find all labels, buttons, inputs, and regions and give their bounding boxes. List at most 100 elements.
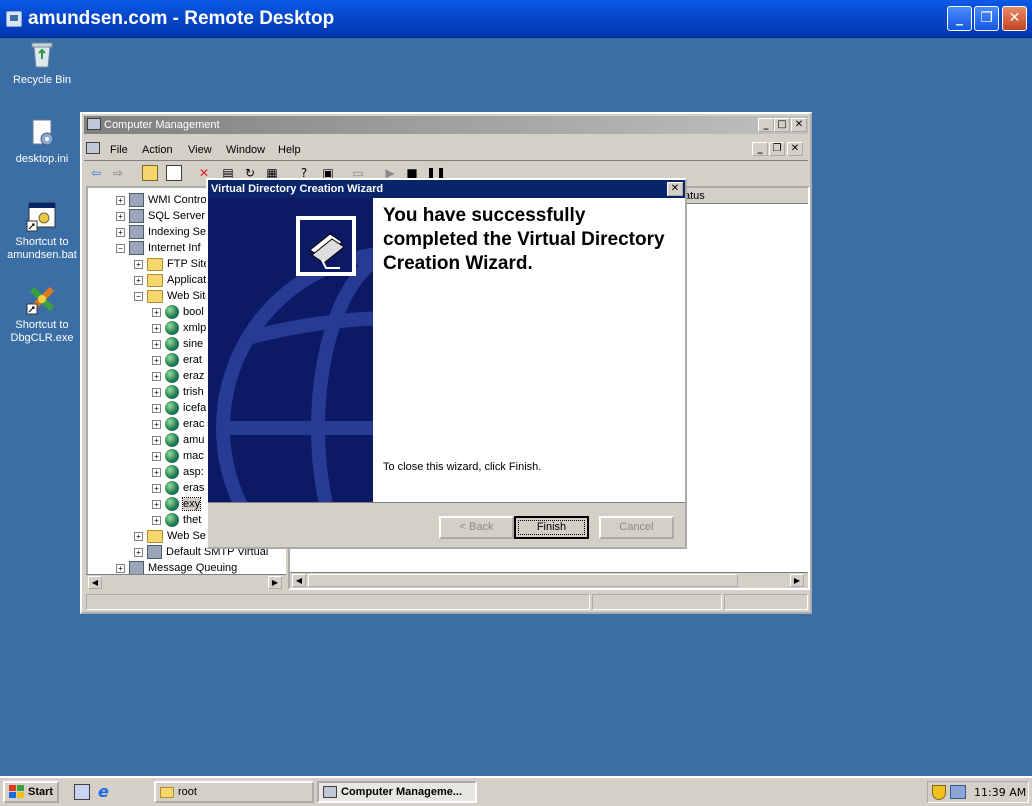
- expand-toggle-icon[interactable]: −: [134, 291, 143, 301]
- desktop-icon-desktop-ini[interactable]: desktop.ini: [0, 117, 84, 166]
- desktop-icon-dbgclr[interactable]: Shortcut to DbgCLR.exe: [0, 283, 84, 345]
- expand-toggle-icon[interactable]: +: [116, 195, 125, 205]
- desktop-icon-recycle-bin[interactable]: Recycle Bin: [0, 38, 84, 87]
- tree-item[interactable]: − Web Site: [134, 288, 211, 304]
- start-button[interactable]: Start: [3, 781, 59, 803]
- menu-file[interactable]: File: [110, 144, 128, 156]
- expand-toggle-icon[interactable]: +: [152, 467, 161, 477]
- internet-explorer-icon[interactable]: e: [98, 782, 109, 801]
- tree-item[interactable]: + sine: [152, 336, 203, 352]
- back-button[interactable]: < Back: [439, 516, 514, 539]
- tree-item[interactable]: + SQL Server: [116, 208, 205, 224]
- cm-minimize-button[interactable]: _: [758, 118, 774, 132]
- clock[interactable]: 11:39 AM: [974, 786, 1026, 799]
- expand-toggle-icon[interactable]: +: [152, 339, 161, 349]
- windows-logo-icon: [9, 785, 24, 798]
- console-icon[interactable]: [86, 142, 100, 154]
- expand-toggle-icon[interactable]: +: [134, 275, 143, 285]
- security-shield-icon[interactable]: [932, 784, 946, 800]
- cm-close-button[interactable]: ✕: [791, 118, 807, 132]
- forward-arrow-icon[interactable]: ⇨: [110, 165, 126, 181]
- expand-toggle-icon[interactable]: +: [152, 371, 161, 381]
- scroll-thumb[interactable]: [308, 574, 738, 587]
- wizard-icon: [296, 216, 356, 276]
- tree-item[interactable]: + asp:: [152, 464, 204, 480]
- rdp-minimize-button[interactable]: _: [947, 6, 972, 31]
- tree-item[interactable]: + mac: [152, 448, 204, 464]
- expand-toggle-icon[interactable]: +: [152, 403, 161, 413]
- mdi-close-button[interactable]: ✕: [787, 142, 803, 156]
- expand-toggle-icon[interactable]: +: [152, 483, 161, 493]
- virtual-directory-wizard-dialog[interactable]: Virtual Directory Creation Wizard ✕ You …: [206, 178, 687, 549]
- task-root[interactable]: root: [154, 781, 314, 803]
- status-bar-section: [724, 594, 808, 610]
- tree-item[interactable]: + icefa: [152, 400, 206, 416]
- menu-action[interactable]: Action: [142, 144, 173, 156]
- menu-window[interactable]: Window: [226, 144, 265, 156]
- tree-item[interactable]: + Applicat: [134, 272, 206, 288]
- expand-toggle-icon[interactable]: +: [134, 547, 143, 557]
- rdp-close-button[interactable]: ✕: [1002, 6, 1027, 31]
- mdi-restore-button[interactable]: ❐: [769, 142, 785, 156]
- tree-item[interactable]: + WMI Contro: [116, 192, 207, 208]
- rdp-restore-button[interactable]: ❐: [974, 6, 999, 31]
- cm-maximize-button[interactable]: □: [774, 118, 790, 132]
- tree-item[interactable]: + Indexing Se: [116, 224, 206, 240]
- cancel-button[interactable]: Cancel: [599, 516, 674, 539]
- scroll-right-icon[interactable]: ▶: [268, 576, 282, 589]
- scroll-left-icon[interactable]: ◀: [88, 576, 102, 589]
- mdi-minimize-button[interactable]: _: [752, 142, 768, 156]
- tree-item[interactable]: − Internet Inf: [116, 240, 201, 256]
- expand-toggle-icon[interactable]: +: [152, 419, 161, 429]
- expand-toggle-icon[interactable]: +: [134, 259, 143, 269]
- expand-toggle-icon[interactable]: +: [152, 323, 161, 333]
- expand-toggle-icon[interactable]: +: [134, 531, 143, 541]
- tree-item[interactable]: + Web Ser: [134, 528, 210, 544]
- wizard-title-bar[interactable]: Virtual Directory Creation Wizard: [208, 180, 685, 198]
- tree-item[interactable]: + trish: [152, 384, 204, 400]
- tree-item[interactable]: + FTP Site: [134, 256, 210, 272]
- tree-item[interactable]: + erat: [152, 352, 202, 368]
- tree-hscrollbar[interactable]: ◀ ▶: [86, 574, 286, 590]
- menu-view[interactable]: View: [188, 144, 212, 156]
- network-icon[interactable]: [950, 785, 966, 799]
- expand-toggle-icon[interactable]: +: [152, 451, 161, 461]
- computer-icon: [87, 118, 101, 130]
- show-tree-icon[interactable]: [166, 165, 182, 181]
- expand-toggle-icon[interactable]: +: [152, 355, 161, 365]
- scroll-right-icon[interactable]: ▶: [790, 574, 804, 587]
- tree-item[interactable]: + erac: [152, 416, 204, 432]
- tree-item[interactable]: + eraz: [152, 368, 204, 384]
- expand-toggle-icon[interactable]: −: [116, 243, 125, 253]
- expand-toggle-icon[interactable]: +: [152, 515, 161, 525]
- start-label: Start: [28, 786, 54, 798]
- expand-toggle-icon[interactable]: +: [152, 307, 161, 317]
- tree-item[interactable]: + xmlp: [152, 320, 206, 336]
- cm-title-bar[interactable]: Computer Management: [84, 116, 808, 134]
- wizard-close-button[interactable]: ✕: [667, 182, 683, 196]
- expand-toggle-icon[interactable]: +: [116, 211, 125, 221]
- tree-item[interactable]: + eras: [152, 480, 204, 496]
- up-folder-icon[interactable]: [142, 165, 158, 181]
- rdp-title-bar[interactable]: amundsen.com - Remote Desktop: [0, 0, 1032, 38]
- menu-help[interactable]: Help: [278, 144, 301, 156]
- detail-hscrollbar[interactable]: ◀ ▶: [290, 572, 808, 588]
- finish-button[interactable]: Finish: [514, 516, 589, 539]
- expand-toggle-icon[interactable]: +: [116, 227, 125, 237]
- tree-item[interactable]: + amu: [152, 432, 204, 448]
- tree-item[interactable]: + exy: [152, 496, 202, 512]
- back-arrow-icon[interactable]: ⇦: [88, 165, 104, 181]
- show-desktop-icon[interactable]: [74, 784, 90, 800]
- desktop-icon-amundsen-bat[interactable]: Shortcut to amundsen.bat: [0, 200, 84, 262]
- expand-toggle-icon[interactable]: +: [116, 563, 125, 573]
- task-computer-management[interactable]: Computer Manageme...: [317, 781, 477, 803]
- expand-toggle-icon[interactable]: +: [152, 499, 161, 509]
- expand-toggle-icon[interactable]: +: [152, 435, 161, 445]
- status-column-header[interactable]: atus: [684, 190, 705, 202]
- expand-toggle-icon[interactable]: +: [152, 387, 161, 397]
- tree-item[interactable]: + thet: [152, 512, 201, 528]
- tree-item[interactable]: + bool: [152, 304, 204, 320]
- scroll-left-icon[interactable]: ◀: [292, 574, 306, 587]
- iis-icon: [129, 241, 144, 255]
- smtp-icon: [147, 545, 162, 559]
